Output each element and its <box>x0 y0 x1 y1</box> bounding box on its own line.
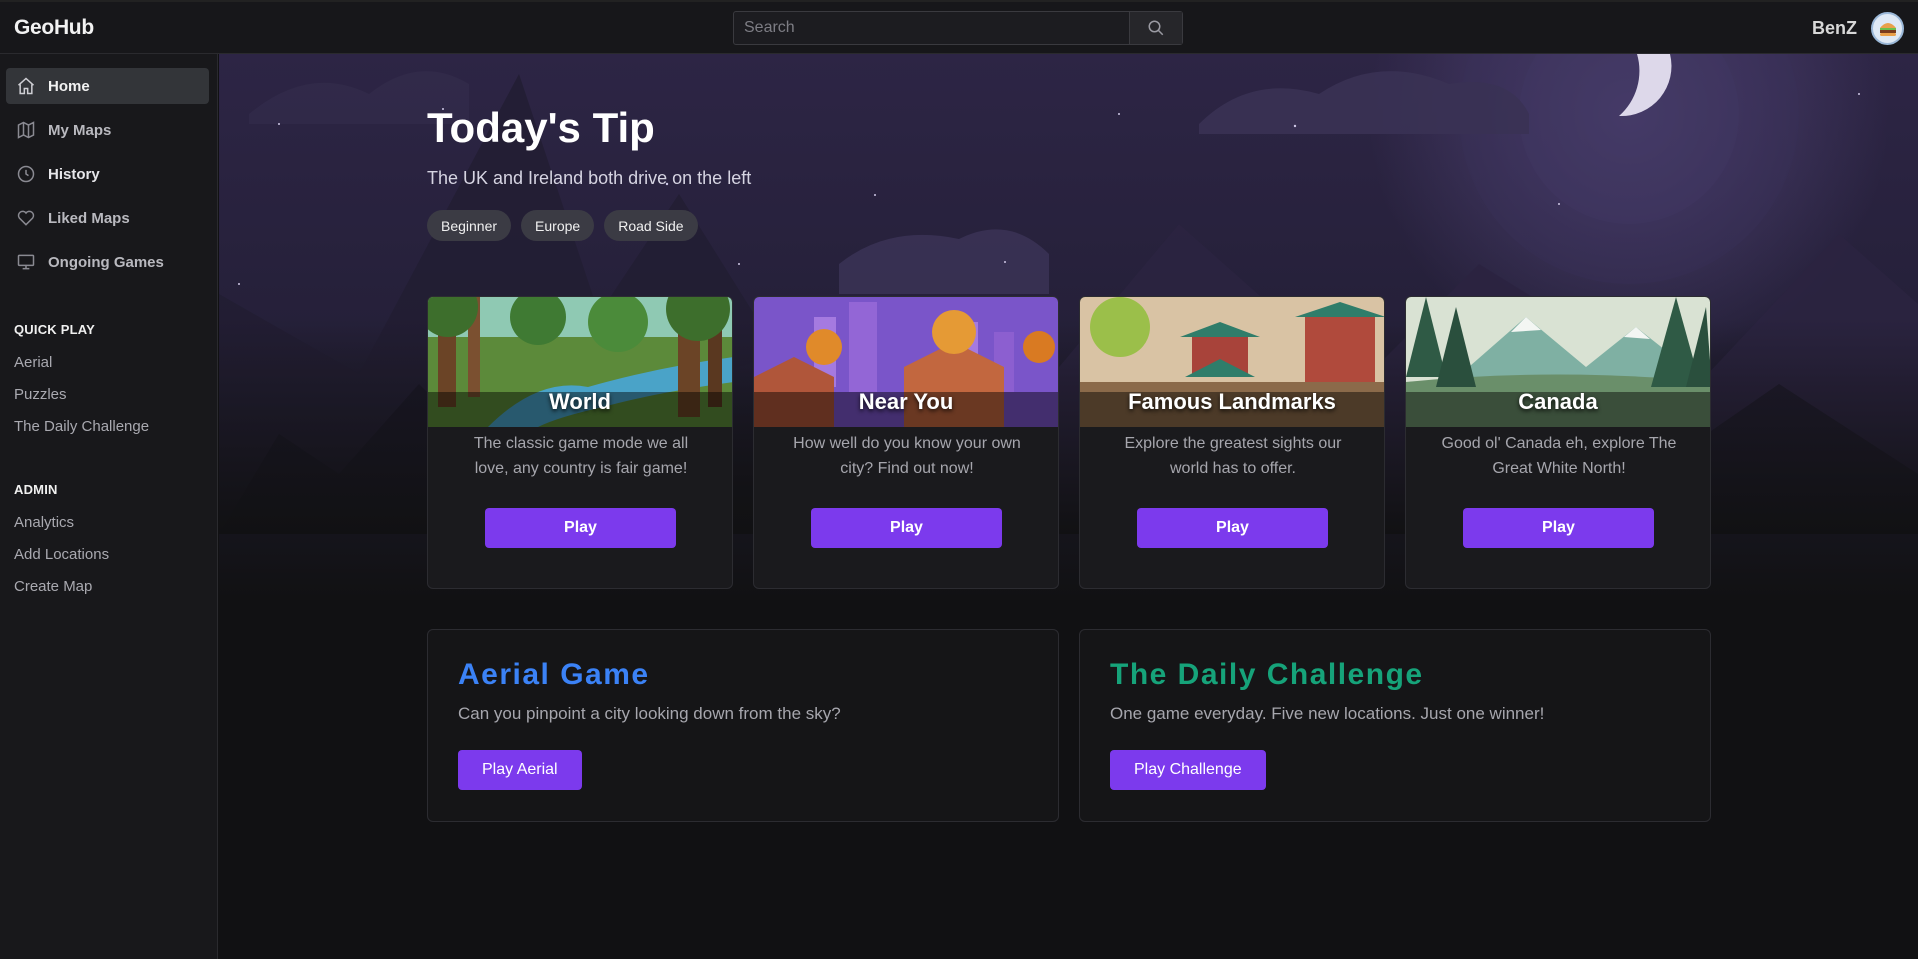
game-card-famous-landmarks: Famous Landmarks Explore the greatest si… <box>1079 296 1385 589</box>
daily-challenge-promo: The Daily Challenge One game everyday. F… <box>1079 629 1711 822</box>
sidebar-item-history[interactable]: History <box>6 156 209 192</box>
quick-play-link-puzzles[interactable]: Puzzles <box>14 386 67 403</box>
search-icon <box>1148 20 1164 36</box>
sidebar-item-label: Liked Maps <box>48 209 130 227</box>
admin-heading: ADMIN <box>14 482 58 497</box>
promo-title: Aerial Game <box>458 658 650 691</box>
tag-beginner: Beginner <box>427 210 512 241</box>
promo-text: Can you pinpoint a city looking down fro… <box>458 704 841 723</box>
home-icon <box>18 77 34 95</box>
card-description: Good ol' Canada eh, explore The Great Wh… <box>1441 435 1677 477</box>
top-bar: GeoHub BenZ <box>0 0 1918 54</box>
admin-link-analytics[interactable]: Analytics <box>14 514 74 531</box>
play-world-button[interactable]: Play <box>485 508 676 548</box>
tip-tags: Beginner Europe Road Side <box>427 210 698 241</box>
sidebar-item-ongoing-games[interactable]: Ongoing Games <box>6 244 209 280</box>
play-aerial-button[interactable]: Play Aerial <box>458 750 582 790</box>
aerial-game-promo: Aerial Game Can you pinpoint a city look… <box>427 629 1059 822</box>
play-famous-landmarks-button[interactable]: Play <box>1137 508 1328 548</box>
sidebar-item-home[interactable]: Home <box>6 68 209 104</box>
card-description: The classic game mode we all love, any c… <box>473 435 689 477</box>
game-card-canada: Canada Good ol' Canada eh, explore The G… <box>1405 296 1711 589</box>
monitor-icon <box>17 254 35 270</box>
quick-play-link-aerial[interactable]: Aerial <box>14 354 52 371</box>
quick-play-link-daily-challenge[interactable]: The Daily Challenge <box>14 418 149 435</box>
card-title: Near You <box>858 389 954 414</box>
search-input[interactable] <box>734 12 1129 44</box>
search-bar <box>733 11 1183 45</box>
main-content: Today's Tip The UK and Ireland both driv… <box>219 54 1918 959</box>
user-menu[interactable]: BenZ <box>1812 12 1904 45</box>
burger-avatar-icon <box>1879 22 1896 36</box>
promo-text: One game everyday. Five new locations. J… <box>1110 704 1545 723</box>
tip-title: Today's Tip <box>427 104 655 151</box>
clock-icon <box>17 165 35 183</box>
play-canada-button[interactable]: Play <box>1463 508 1654 548</box>
admin-link-add-locations[interactable]: Add Locations <box>14 546 109 563</box>
card-description: Explore the greatest sights our world ha… <box>1124 435 1342 477</box>
tag-europe: Europe <box>521 210 595 241</box>
avatar[interactable] <box>1871 12 1904 45</box>
sidebar: Home My Maps History Liked Maps Ongoing … <box>0 54 218 959</box>
sidebar-item-label: My Maps <box>48 121 112 139</box>
card-description: How well do you know your own city? Find… <box>793 435 1021 477</box>
card-title: Canada <box>1518 389 1598 414</box>
play-near-you-button[interactable]: Play <box>811 508 1002 548</box>
game-card-world: World The classic game mode we all love,… <box>427 296 733 589</box>
search-button[interactable] <box>1129 12 1182 44</box>
sidebar-item-label: Home <box>48 77 90 95</box>
admin-link-create-map[interactable]: Create Map <box>14 578 92 595</box>
sidebar-item-label: History <box>48 165 100 183</box>
sidebar-item-my-maps[interactable]: My Maps <box>6 112 209 148</box>
card-title: Famous Landmarks <box>1128 389 1336 414</box>
promo-title: The Daily Challenge <box>1110 658 1424 691</box>
heart-icon <box>17 210 35 226</box>
quick-play-heading: QUICK PLAY <box>14 322 95 337</box>
tag-road-side: Road Side <box>604 210 698 241</box>
play-challenge-button[interactable]: Play Challenge <box>1110 750 1266 790</box>
map-icon <box>17 121 35 139</box>
game-card-near-you: Near You How well do you know your own c… <box>753 296 1059 589</box>
tip-text: The UK and Ireland both drive on the lef… <box>427 168 752 188</box>
card-title: World <box>549 389 611 414</box>
username[interactable]: BenZ <box>1812 18 1857 39</box>
sidebar-item-label: Ongoing Games <box>48 253 164 271</box>
sidebar-item-liked-maps[interactable]: Liked Maps <box>6 200 209 236</box>
app-logo[interactable]: GeoHub <box>14 16 94 40</box>
